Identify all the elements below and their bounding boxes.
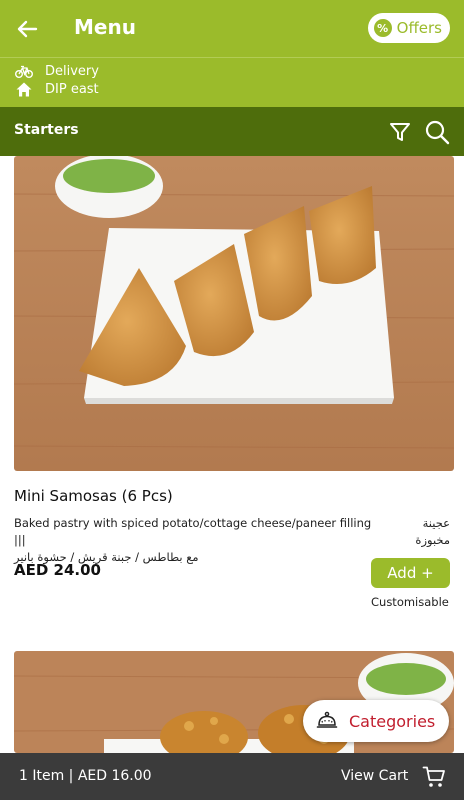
categories-button[interactable]: Categories xyxy=(303,700,449,742)
page-title: Menu xyxy=(74,15,136,39)
cart-summary: 1 Item | AED 16.00 xyxy=(19,768,152,784)
view-cart-button[interactable]: View Cart xyxy=(341,768,408,784)
cart-bar[interactable]: 1 Item | AED 16.00 View Cart xyxy=(0,753,464,800)
customisable-label: Customisable xyxy=(371,595,449,609)
offers-label: Offers xyxy=(396,19,442,37)
category-title: Starters xyxy=(14,122,79,138)
home-icon xyxy=(14,81,34,97)
delivery-info[interactable]: Delivery DIP east xyxy=(0,57,464,108)
arrow-left-icon xyxy=(17,20,38,38)
percent-badge-icon: % xyxy=(373,19,392,37)
back-button[interactable] xyxy=(14,16,40,42)
funnel-icon xyxy=(390,123,410,141)
bicycle-icon xyxy=(14,63,34,79)
item-price: AED 24.00 xyxy=(14,561,101,579)
categories-label: Categories xyxy=(349,711,436,731)
location-name: DIP east xyxy=(45,81,99,97)
app-header: Menu % Offers xyxy=(0,0,464,57)
item-description-ar-1: عجينة مخبوزة xyxy=(415,516,450,547)
item-description-en: Baked pastry with spiced potato/cottage … xyxy=(14,516,372,547)
cart-icon[interactable] xyxy=(422,765,446,789)
item-image[interactable] xyxy=(14,156,454,471)
cloche-icon xyxy=(316,711,338,728)
add-button[interactable]: Add + xyxy=(371,558,450,588)
offers-button[interactable]: % Offers xyxy=(367,13,450,43)
item-name: Mini Samosas (6 Pcs) xyxy=(14,487,173,505)
location-row: DIP east xyxy=(14,81,99,97)
delivery-mode: Delivery xyxy=(45,63,99,79)
category-bar: Starters xyxy=(0,107,464,156)
delivery-mode-row: Delivery xyxy=(14,63,99,79)
search-icon xyxy=(425,120,450,145)
search-button[interactable] xyxy=(424,119,450,145)
filter-button[interactable] xyxy=(388,120,412,144)
